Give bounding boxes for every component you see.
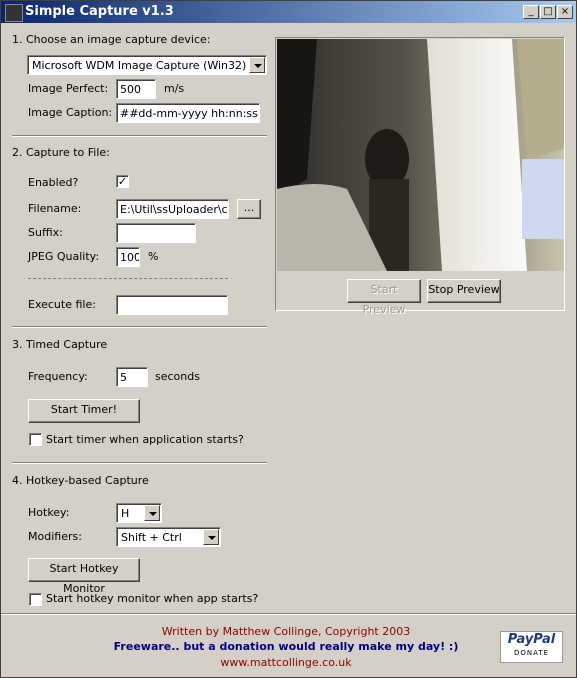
chevron-down-icon[interactable] (203, 529, 219, 545)
caption-label: Image Caption: (28, 106, 113, 119)
start-timer-label: Start Timer! (50, 403, 118, 416)
jpeg-quality-unit: % (148, 250, 159, 263)
paypal-logo: PayPal (507, 632, 556, 647)
enabled-label: Enabled? (28, 176, 79, 189)
divider (12, 326, 267, 328)
hotkey-value: H (121, 507, 130, 520)
enabled-checkbox[interactable]: ✓ (116, 175, 129, 188)
section4-heading: 4. Hotkey-based Capture (12, 474, 149, 487)
execute-file-label: Execute file: (28, 298, 96, 311)
dashed-divider (28, 278, 228, 279)
maximize-icon: □ (543, 6, 553, 17)
divider (12, 135, 267, 137)
chevron-down-icon[interactable] (249, 57, 265, 73)
device-dropdown[interactable]: Microsoft WDM Image Capture (Win32) (27, 55, 267, 75)
paypal-donate-label: DONATE (513, 649, 550, 657)
hotkey-dropdown[interactable]: H (116, 503, 162, 523)
divider (12, 462, 267, 464)
jpeg-quality-input[interactable]: 100 (116, 247, 140, 267)
image-perfect-unit: m/s (164, 82, 185, 95)
window-title: Simple Capture v1.3 (25, 4, 174, 19)
browse-button[interactable]: ... (237, 199, 261, 219)
modifiers-dropdown[interactable]: Shift + Ctrl (116, 527, 221, 547)
close-button[interactable]: × (557, 5, 573, 19)
timer-autostart-checkbox[interactable] (29, 433, 42, 446)
stop-preview-label: Stop Preview (428, 283, 500, 296)
start-timer-button[interactable]: Start Timer! (28, 399, 140, 423)
frequency-input[interactable]: 5 (116, 367, 148, 387)
hotkey-label: Hotkey: (28, 506, 70, 519)
image-perfect-input[interactable]: 500 (116, 79, 156, 99)
timer-autostart-label: Start timer when application starts? (46, 433, 244, 446)
jpeg-quality-label: JPEG Quality: (28, 250, 100, 263)
image-perfect-label: Image Perfect: (28, 82, 109, 95)
modifiers-value: Shift + Ctrl (121, 531, 182, 544)
close-icon: × (560, 6, 570, 17)
camera-preview-image (277, 39, 564, 271)
execute-file-input[interactable] (116, 295, 228, 315)
hotkey-autostart-checkbox[interactable] (29, 593, 42, 606)
minimize-button[interactable]: _ (523, 5, 539, 19)
maximize-button[interactable]: □ (540, 5, 556, 19)
browse-label: ... (243, 201, 255, 214)
section2-heading: 2. Capture to File: (12, 146, 110, 159)
start-preview-label: Start Preview (362, 283, 406, 316)
modifiers-label: Modifiers: (28, 530, 82, 543)
title-bar[interactable]: Simple Capture v1.3 _ □ × (1, 1, 576, 23)
caption-input[interactable]: ##dd-mm-yyyy hh:nn:ss## (116, 103, 260, 123)
footer-divider (1, 613, 576, 615)
frequency-unit: seconds (155, 370, 200, 383)
device-value: Microsoft WDM Image Capture (Win32) (32, 59, 247, 72)
start-hotkey-monitor-button[interactable]: Start Hotkey Monitor (28, 558, 140, 595)
section1-heading: 1. Choose an image capture device: (12, 33, 211, 46)
minimize-icon: _ (528, 6, 534, 17)
hotkey-autostart-label: Start hotkey monitor when app starts? (46, 592, 259, 605)
main-window: Simple Capture v1.3 _ □ × 1. Choose an i… (0, 0, 577, 678)
stop-preview-button[interactable]: Stop Preview (427, 279, 501, 303)
app-icon[interactable] (5, 4, 23, 22)
footer-url[interactable]: www.mattcollinge.co.uk (1, 656, 571, 669)
suffix-label: Suffix: (28, 226, 63, 239)
paypal-donate-button[interactable]: PayPal DONATE (500, 631, 563, 663)
chevron-down-icon[interactable] (144, 505, 160, 521)
start-preview-button[interactable]: Start Preview (347, 279, 421, 316)
suffix-input[interactable] (116, 223, 196, 243)
filename-input[interactable]: E:\Util\ssUploader\car (116, 199, 229, 219)
footer-credit: Written by Matthew Collinge, Copyright 2… (161, 625, 411, 638)
filename-label: Filename: (28, 202, 82, 215)
footer-donation: Freeware.. but a donation would really m… (113, 640, 459, 653)
section3-heading: 3. Timed Capture (12, 338, 108, 351)
frequency-label: Frequency: (28, 370, 88, 383)
